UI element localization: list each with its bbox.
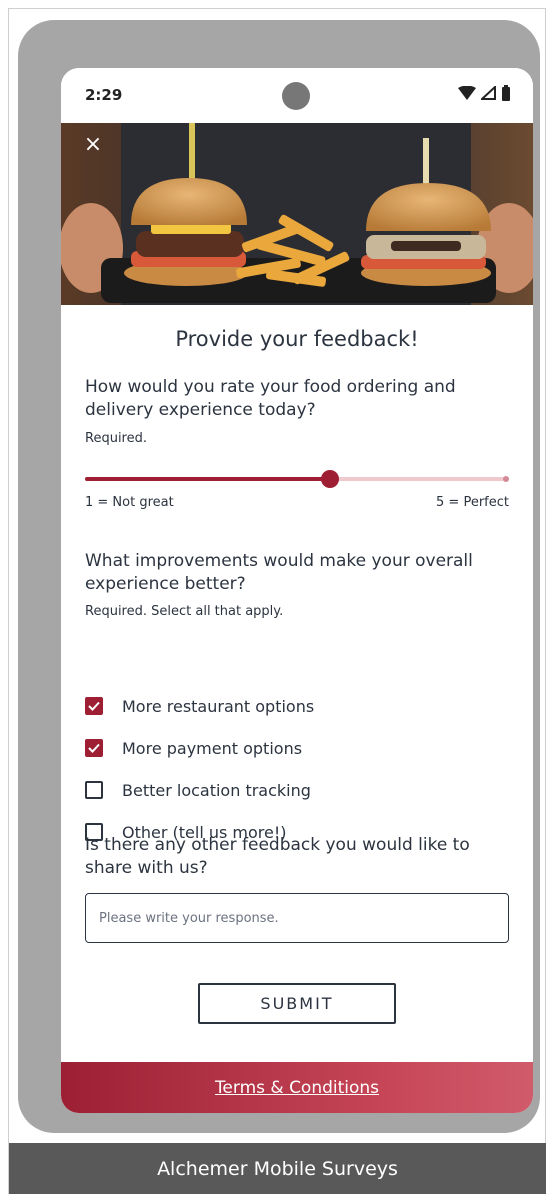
survey-title: Provide your feedback!: [175, 327, 419, 351]
rating-min-label: 1 = Not great: [85, 495, 174, 510]
question-other-feedback: Is there any other feedback you would li…: [85, 835, 470, 878]
checkbox-icon[interactable]: [85, 739, 103, 757]
hero-image-burgers: ×: [61, 123, 533, 305]
phone-screen: 2:29 × Provide your feedback! How would …: [61, 68, 533, 1113]
phone-device: 2:29 × Provide your feedback! How would …: [18, 20, 540, 1133]
camera-cutout: [282, 82, 310, 110]
status-icons: [458, 85, 511, 101]
option-restaurant[interactable]: More restaurant options: [85, 694, 314, 718]
option-payment[interactable]: More payment options: [85, 736, 302, 760]
question-rating: How would you rate your food ordering an…: [85, 377, 456, 420]
cell-signal-icon: [481, 86, 496, 100]
survey-form: Provide your feedback! How would you rat…: [61, 305, 533, 1062]
feedback-input[interactable]: [85, 893, 509, 943]
checkbox-icon[interactable]: [85, 781, 103, 799]
wifi-icon: [458, 86, 476, 100]
rating-slider-fill: [85, 477, 330, 481]
rating-slider[interactable]: [85, 470, 509, 488]
status-time: 2:29: [85, 86, 123, 104]
option-location-tracking[interactable]: Better location tracking: [85, 778, 311, 802]
checkbox-icon[interactable]: [85, 697, 103, 715]
footer-bar: Terms & Conditions: [61, 1062, 533, 1113]
option-label: More restaurant options: [122, 696, 315, 716]
question-improvements-hint: Required. Select all that apply.: [85, 604, 284, 619]
submit-button[interactable]: SUBMIT: [198, 983, 396, 1024]
option-label: More payment options: [122, 738, 303, 758]
caption-bar: Alchemer Mobile Surveys: [9, 1143, 546, 1194]
question-improvements: What improvements would make your overal…: [85, 551, 473, 594]
burger-photo: [61, 123, 533, 305]
rating-slider-end-dot: [503, 476, 509, 482]
battery-icon: [502, 85, 510, 101]
close-icon[interactable]: ×: [81, 133, 105, 157]
rating-max-label: 5 = Perfect: [436, 495, 509, 510]
question-rating-hint: Required.: [85, 431, 147, 446]
status-bar: 2:29: [61, 68, 533, 123]
rating-slider-thumb[interactable]: [320, 470, 339, 488]
terms-link[interactable]: Terms & Conditions: [215, 1078, 379, 1098]
option-label: Better location tracking: [122, 780, 311, 800]
